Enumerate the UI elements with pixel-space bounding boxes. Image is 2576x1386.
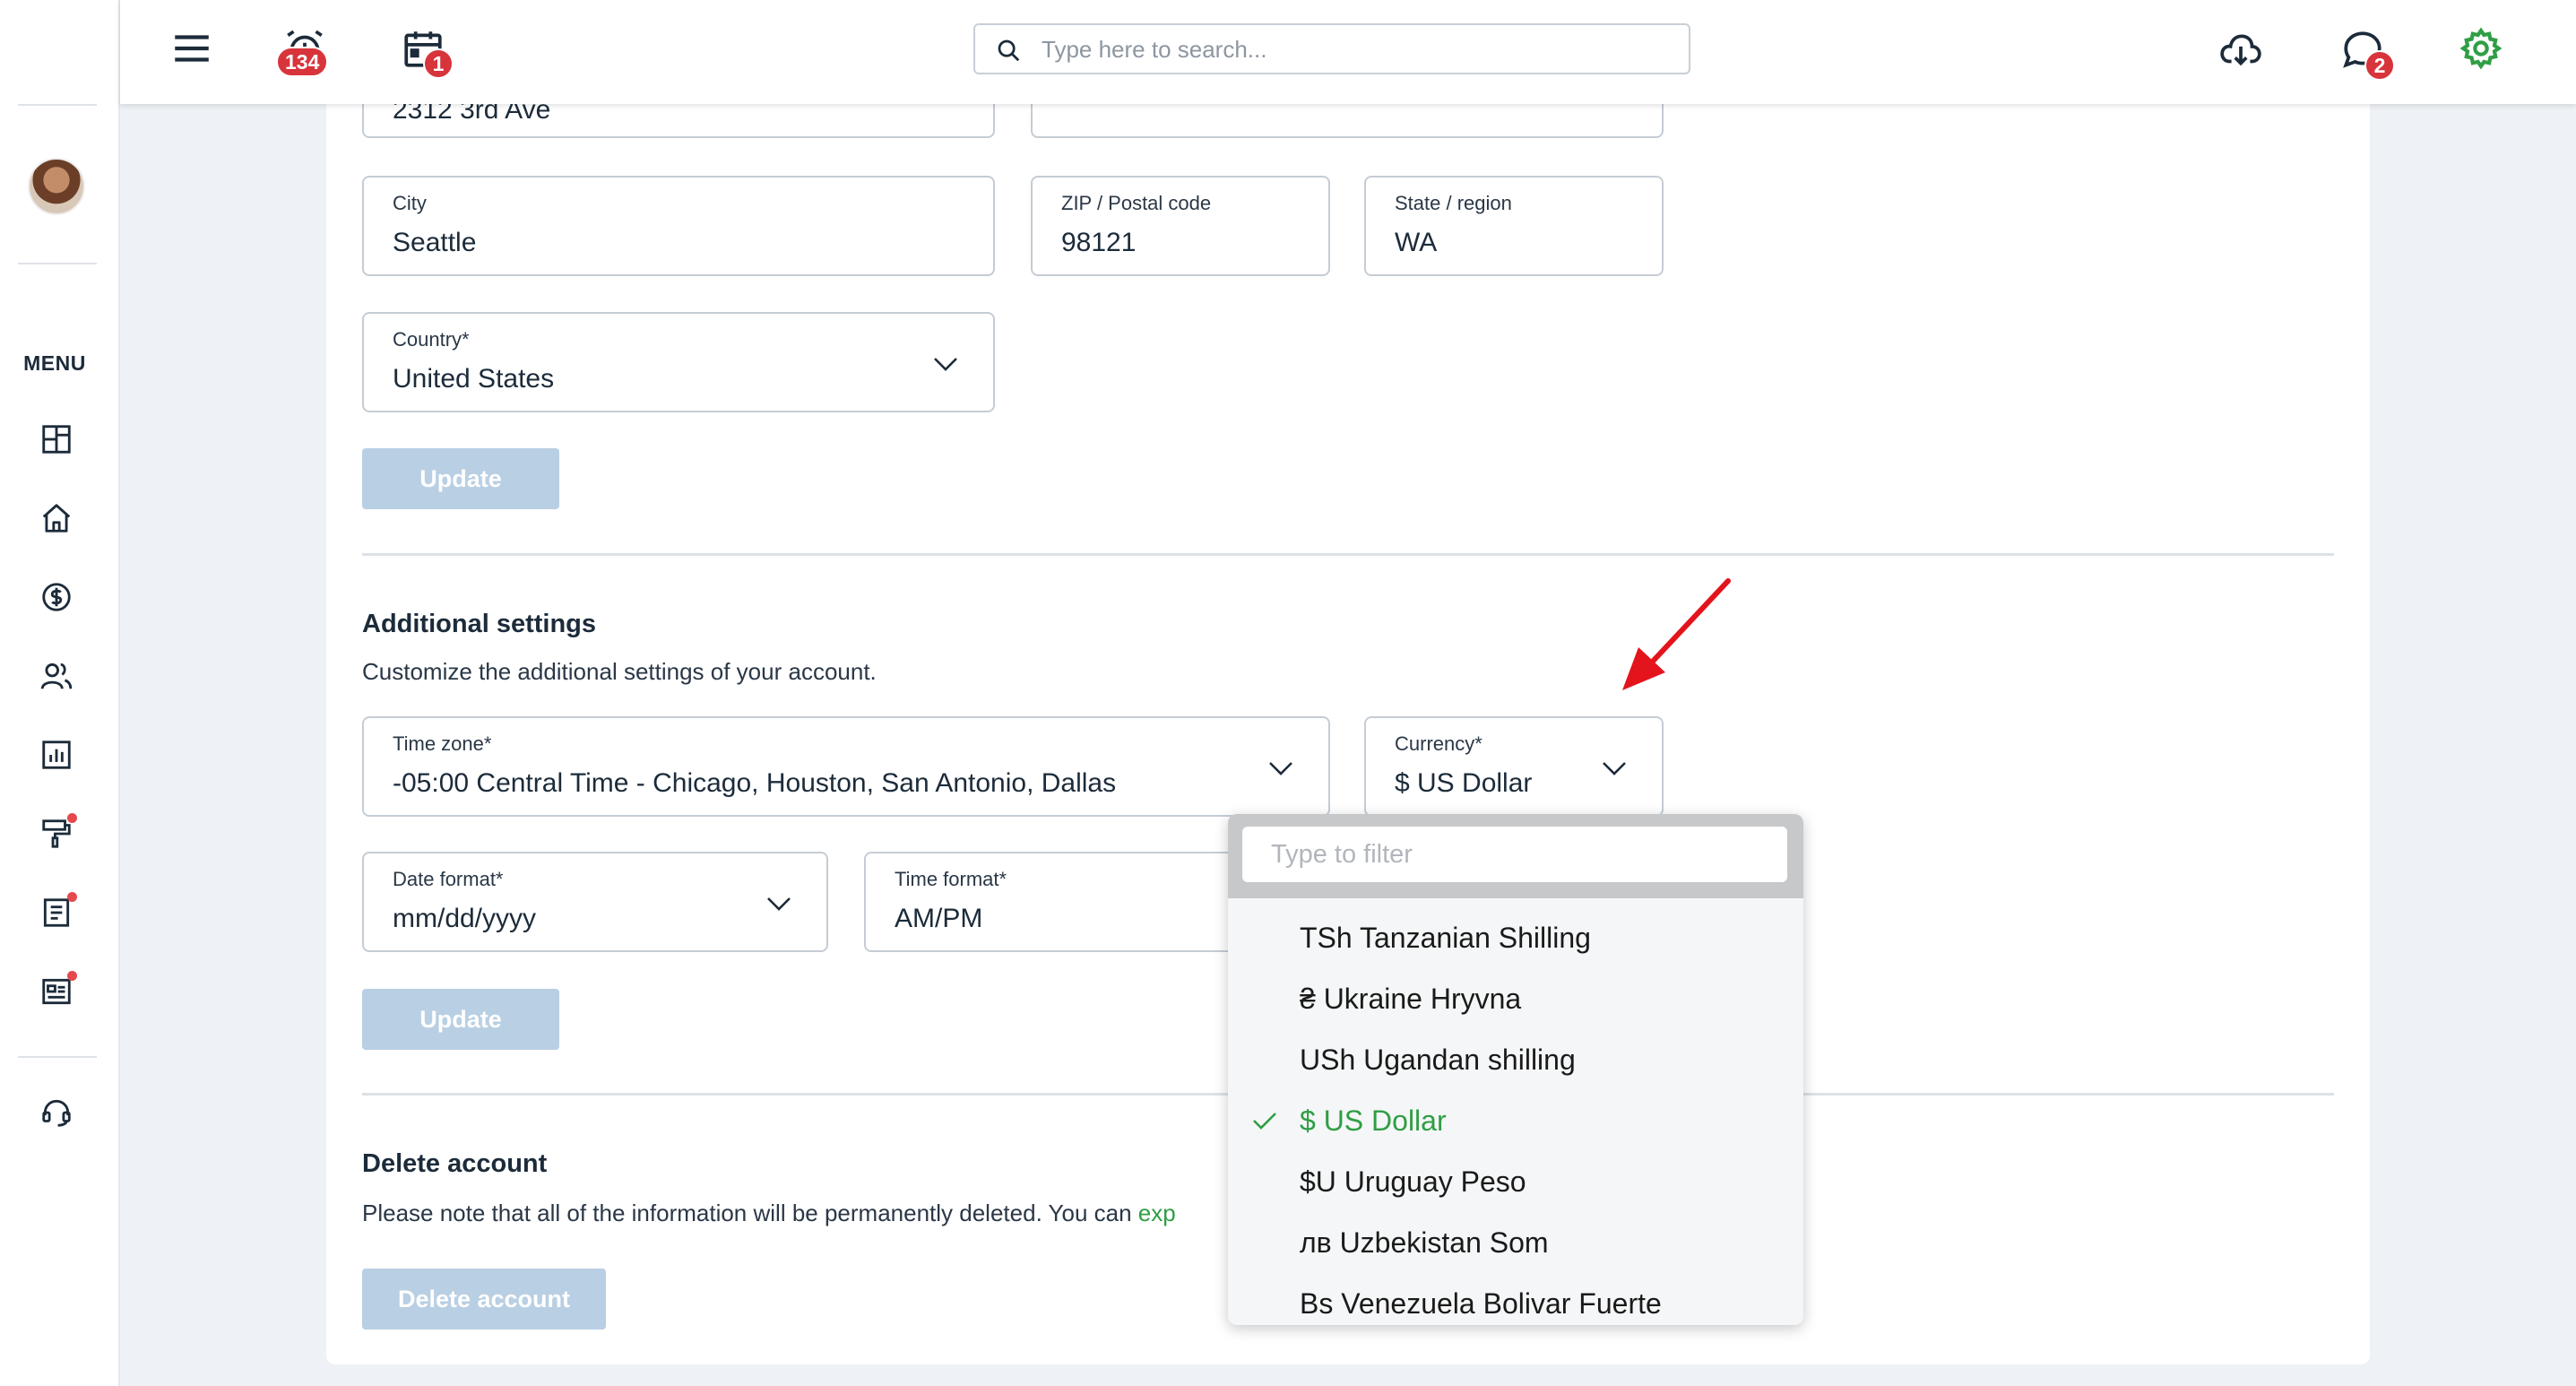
option-label: TSh Tanzanian Shilling [1300,922,1591,954]
option-label: $U Uruguay Peso [1300,1165,1526,1198]
delete-account-title: Delete account [362,1149,548,1178]
home-icon[interactable] [36,498,77,539]
zip-label: ZIP / Postal code [1061,192,1212,214]
zip-value: 98121 [1061,228,1137,257]
sidebar-divider [18,104,97,106]
dropdown-option[interactable]: USh Ugandan shilling [1228,1029,1803,1090]
additional-settings-title: Additional settings [362,610,596,638]
state-field[interactable]: State / region WA [1364,176,1664,276]
currency-filter-input[interactable] [1242,827,1787,882]
search-input[interactable] [1042,32,1669,66]
annotation-arrow-icon [1622,578,1731,690]
state-label: State / region [1395,192,1512,214]
currency-label: Currency* [1395,732,1482,755]
top-bar: 134 1 2 [120,0,2576,104]
sidebar: MENU [0,0,120,1386]
chart-icon[interactable] [36,734,77,775]
notification-dot [67,813,77,823]
notification-dot [67,892,77,902]
currency-value: $ US Dollar [1395,768,1533,798]
city-label: City [393,192,427,214]
date-format-select[interactable]: Date format* mm/dd/yyyy [362,852,828,952]
update-additional-settings-button[interactable]: Update [362,989,559,1050]
sidebar-divider [18,1056,97,1058]
country-value: United States [393,364,555,394]
time-format-value: AM/PM [895,904,983,933]
sidebar-divider [18,263,97,264]
chevron-down-icon [1269,762,1292,775]
calendar-icon[interactable]: 1 [396,22,454,79]
gear-icon[interactable] [2454,22,2508,75]
city-value: Seattle [393,228,477,257]
alarm-clock-icon[interactable]: 134 [276,22,332,77]
date-format-label: Date format* [393,868,504,890]
delete-account-button[interactable]: Delete account [362,1269,606,1330]
chat-icon[interactable]: 2 [2336,23,2395,81]
chevron-down-icon [767,897,791,911]
zip-field[interactable]: ZIP / Postal code 98121 [1031,176,1330,276]
dropdown-option[interactable]: лв Uzbekistan Som [1228,1212,1803,1273]
checkmark-icon [1253,1113,1276,1130]
option-label: USh Ugandan shilling [1300,1044,1576,1076]
users-icon[interactable] [36,655,77,697]
dropdown-option[interactable]: $U Uruguay Peso [1228,1151,1803,1212]
date-format-value: mm/dd/yyyy [393,904,537,933]
city-field[interactable]: City Seattle [362,176,995,276]
calendar-count-badge: 1 [423,48,454,79]
dropdown-option[interactable]: Bs Venezuela Bolivar Fuerte [1228,1273,1803,1325]
support-headset-icon[interactable] [36,1092,77,1133]
country-select[interactable]: Country* United States [362,312,995,412]
option-label: $ US Dollar [1300,1104,1447,1137]
cloud-download-icon[interactable] [2214,23,2268,77]
chevron-down-icon [1603,762,1626,775]
menu-label: MENU [23,351,86,375]
time-format-label: Time format* [895,868,1007,890]
export-link[interactable]: exp [1138,1200,1176,1226]
option-label: ₴ Ukraine Hryvna [1300,983,1522,1015]
dropdown-option[interactable]: TSh Tanzanian Shilling [1228,907,1803,968]
currency-dropdown: TSh Tanzanian Shilling ₴ Ukraine Hryvna … [1228,814,1803,1325]
paint-roller-icon[interactable] [36,813,77,854]
timezone-label: Time zone* [393,732,492,755]
notification-dot [67,971,77,981]
delete-account-description: Please note that all of the information … [362,1200,1176,1227]
timezone-value: -05:00 Central Time - Chicago, Houston, … [393,768,1117,798]
alarm-count-badge: 134 [276,47,329,77]
currency-select[interactable]: Currency* $ US Dollar [1364,716,1664,817]
hamburger-menu-icon[interactable] [165,22,219,75]
search-box[interactable] [973,23,1690,74]
document-icon[interactable] [36,892,77,933]
chevron-down-icon [934,358,957,371]
newspaper-icon[interactable] [36,971,77,1012]
option-label: Bs Venezuela Bolivar Fuerte [1300,1287,1662,1320]
delete-account-text: Please note that all of the information … [362,1200,1132,1226]
additional-settings-description: Customize the additional settings of you… [362,658,877,685]
timezone-select[interactable]: Time zone* -05:00 Central Time - Chicago… [362,716,1330,817]
search-icon [998,39,1020,62]
option-label: лв Uzbekistan Som [1300,1226,1549,1259]
section-divider [362,553,2334,556]
dollar-icon[interactable] [36,576,77,618]
country-label: Country* [393,328,470,351]
state-value: WA [1395,228,1438,257]
avatar[interactable] [28,158,85,215]
update-address-button[interactable]: Update [362,448,559,509]
dropdown-option[interactable]: ₴ Ukraine Hryvna [1228,968,1803,1029]
dropdown-option-selected[interactable]: $ US Dollar [1228,1090,1803,1151]
dropdown-filter-bar [1228,814,1803,898]
dashboard-icon[interactable] [36,419,77,460]
chat-count-badge: 2 [2364,50,2395,81]
